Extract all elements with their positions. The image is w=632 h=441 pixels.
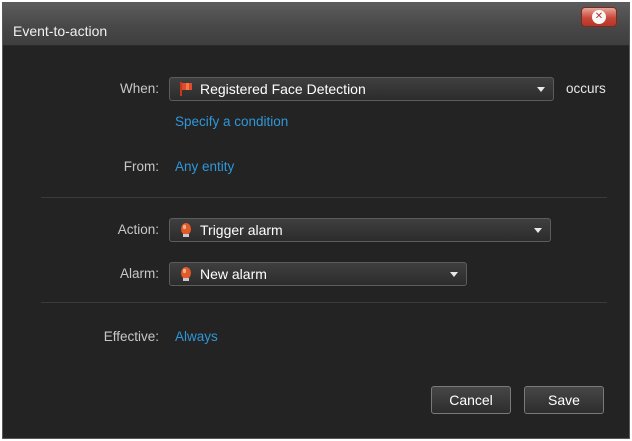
always-link[interactable]: Always — [175, 329, 218, 344]
save-button[interactable]: Save — [524, 386, 604, 414]
event-type-dropdown[interactable]: Registered Face Detection — [169, 77, 554, 101]
close-button[interactable]: ✕ — [581, 7, 617, 27]
divider — [41, 197, 607, 198]
any-entity-link[interactable]: Any entity — [175, 159, 234, 174]
action-label: Action: — [117, 222, 159, 237]
alarm-bulb-icon — [178, 222, 194, 238]
specify-condition-link[interactable]: Specify a condition — [175, 114, 288, 129]
alarm-label: Alarm: — [119, 266, 159, 281]
dialog-body: When: Registered Face Detection occurs S… — [3, 46, 629, 438]
dialog-title: Event-to-action — [13, 23, 108, 39]
chevron-down-icon — [450, 271, 458, 277]
effective-label: Effective: — [103, 329, 159, 344]
flag-icon — [178, 81, 194, 97]
action-value: Trigger alarm — [200, 222, 283, 238]
alarm-bulb-icon — [178, 266, 194, 282]
alarm-dropdown[interactable]: New alarm — [169, 262, 467, 286]
event-type-value: Registered Face Detection — [200, 81, 366, 97]
from-label: From: — [123, 159, 159, 174]
event-to-action-dialog: Event-to-action ✕ When: Registered Face … — [2, 2, 630, 439]
cancel-button[interactable]: Cancel — [431, 386, 511, 414]
occurs-text: occurs — [566, 81, 606, 96]
alarm-value: New alarm — [200, 266, 267, 282]
chevron-down-icon — [534, 227, 542, 233]
close-icon: ✕ — [592, 10, 606, 24]
title-bar: Event-to-action ✕ — [3, 3, 629, 46]
divider — [41, 302, 607, 303]
action-dropdown[interactable]: Trigger alarm — [169, 218, 551, 242]
chevron-down-icon — [537, 86, 545, 92]
when-label: When: — [119, 81, 159, 96]
